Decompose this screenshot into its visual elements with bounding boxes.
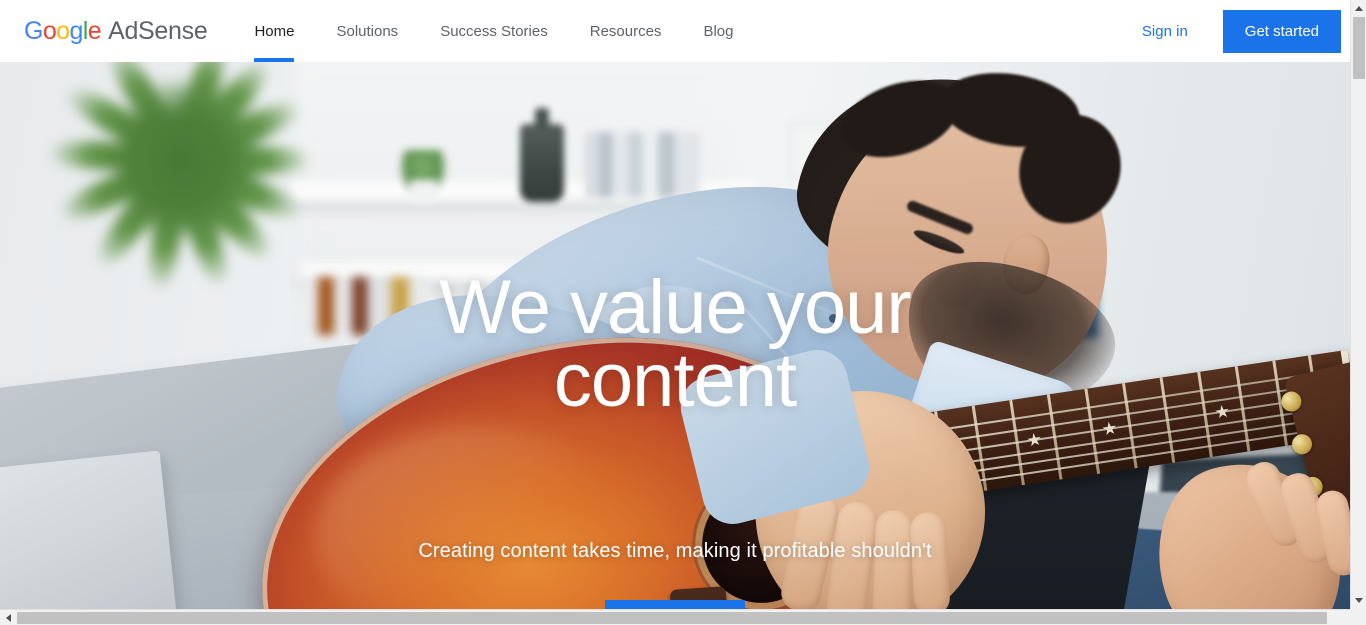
nav-label-resources: Resources <box>589 22 662 40</box>
brand-logo[interactable]: Google AdSense <box>24 16 208 45</box>
logo-letter-e: e <box>87 16 102 45</box>
primary-navigation: Home Solutions Success Stories Resources… <box>254 0 733 62</box>
logo-letter-o2: o <box>56 16 70 45</box>
nav-item-blog[interactable]: Blog <box>703 0 733 62</box>
hero-text-overlay: We value your content Creating content t… <box>0 62 1350 609</box>
hero-headline-line2: content <box>553 337 797 423</box>
get-started-button[interactable]: Get started <box>1222 9 1341 53</box>
horizontal-scrollbar-thumb[interactable] <box>17 612 1327 624</box>
nav-item-home[interactable]: Home <box>254 0 295 62</box>
active-tab-indicator <box>254 58 295 62</box>
logo-letter-g1: G <box>24 16 43 45</box>
hero-headline-line1: We value your <box>439 265 911 350</box>
scroll-left-button[interactable] <box>0 610 17 625</box>
vertical-scrollbar-thumb[interactable] <box>1353 17 1365 79</box>
hero-section: We value your content Creating content t… <box>0 62 1350 609</box>
triangle-left-icon <box>6 614 11 622</box>
nav-label-home: Home <box>254 22 295 40</box>
hero-subtitle: Creating content takes time, making it p… <box>418 540 932 562</box>
logo-letter-o1: o <box>42 16 57 45</box>
site-header: Google AdSense Home Solutions Success St… <box>0 0 1350 62</box>
page-content: Google AdSense Home Solutions Success St… <box>0 0 1350 609</box>
vertical-scrollbar[interactable] <box>1350 0 1366 609</box>
nav-item-success-stories[interactable]: Success Stories <box>440 0 548 62</box>
header-actions: Sign in Get started <box>1130 0 1350 62</box>
nav-label-solutions: Solutions <box>336 22 399 40</box>
logo-letter-g2: g <box>69 16 83 45</box>
horizontal-scrollbar[interactable] <box>0 609 1366 625</box>
hero-get-started-button[interactable]: Get started <box>605 600 745 609</box>
nav-label-success-stories: Success Stories <box>440 22 548 40</box>
scroll-up-button[interactable] <box>1351 0 1366 17</box>
nav-label-blog: Blog <box>703 22 734 40</box>
triangle-down-icon <box>1355 598 1363 603</box>
browser-viewport: Google AdSense Home Solutions Success St… <box>0 0 1366 625</box>
product-name: AdSense <box>108 16 208 45</box>
nav-item-resources[interactable]: Resources <box>590 0 662 62</box>
sign-in-link[interactable]: Sign in <box>1130 15 1200 48</box>
scrollbar-corner <box>1350 609 1366 625</box>
scroll-down-button[interactable] <box>1351 592 1366 609</box>
triangle-up-icon <box>1355 6 1363 11</box>
hero-headline: We value your content <box>0 265 1350 423</box>
google-wordmark: Google <box>24 16 102 45</box>
nav-item-solutions[interactable]: Solutions <box>336 0 398 62</box>
